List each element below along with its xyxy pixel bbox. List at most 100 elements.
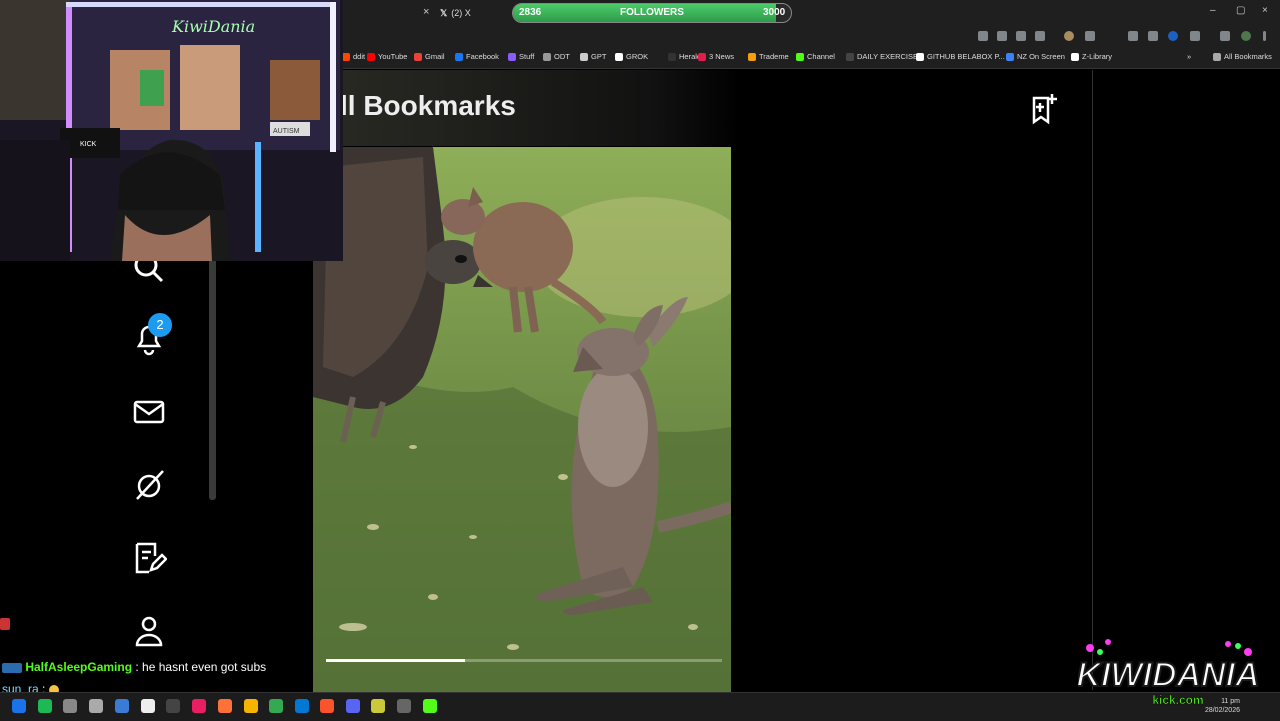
file-explorer-icon[interactable] — [115, 699, 129, 713]
bookmark-item[interactable]: Facebook — [455, 52, 499, 61]
menu-dots-icon[interactable] — [1263, 31, 1266, 41]
notification-count-badge: 2 — [148, 313, 172, 337]
extension-icon-2[interactable] — [1148, 31, 1158, 41]
chat-badge-icon — [2, 662, 22, 673]
bookmark-label: YouTube — [378, 52, 408, 61]
kick-icon[interactable] — [423, 699, 437, 713]
extensions-puzzle-icon[interactable] — [1128, 31, 1138, 41]
chat-line: HalfAsleepGaming : he hasnt even got sub… — [2, 660, 266, 674]
edge-icon[interactable] — [295, 699, 309, 713]
eye-off-icon[interactable] — [1016, 31, 1026, 41]
extension-icon[interactable] — [1064, 31, 1074, 41]
bookmark-favicon-icon — [1071, 52, 1079, 61]
app-icon[interactable] — [89, 699, 103, 713]
bookmark-label: 3 News — [709, 52, 735, 61]
app-icon[interactable] — [192, 699, 206, 713]
extensions-menu-icon[interactable] — [1190, 31, 1200, 41]
firefox-icon[interactable] — [218, 699, 232, 713]
folder-icon — [1213, 52, 1221, 61]
bookmark-favicon-icon — [543, 52, 551, 61]
svg-text:AUTISM: AUTISM — [273, 128, 300, 135]
bookmark-favicon-icon — [615, 52, 623, 61]
brave-icon[interactable] — [320, 699, 334, 713]
bookmark-label: GITHUB BELABOX P... — [927, 52, 1005, 61]
bookmark-video[interactable] — [313, 147, 731, 692]
bookmark-favicon-icon — [342, 52, 350, 61]
bookmark-item[interactable]: ODT — [543, 52, 570, 61]
video-progress-fill — [326, 659, 465, 662]
folder-icon[interactable] — [244, 699, 258, 713]
chrome-icon[interactable] — [269, 699, 283, 713]
close-window-button[interactable]: × — [1262, 5, 1268, 16]
side-panel-icon[interactable] — [1220, 31, 1230, 41]
bookmark-item[interactable]: Z-Library — [1071, 52, 1112, 61]
messages-envelope-icon[interactable] — [131, 394, 167, 430]
profile-person-icon[interactable] — [131, 613, 167, 649]
bookmark-label: DAILY EXERCISE! — [857, 52, 921, 61]
bookmark-folder-add-icon[interactable] — [1028, 90, 1064, 126]
page-title: ll Bookmarks — [340, 90, 516, 121]
bookmark-item[interactable]: 3 News — [698, 52, 734, 61]
start-menu-icon[interactable] — [12, 699, 26, 713]
bookmark-item[interactable]: GROK — [615, 52, 648, 61]
bookmark-favicon-icon — [580, 52, 588, 61]
bookmark-item[interactable]: GITHUB BELABOX P... — [916, 52, 1005, 61]
minimize-button[interactable]: – — [1210, 5, 1216, 16]
bookmark-favicon-icon — [367, 52, 375, 61]
cast-icon[interactable] — [997, 31, 1007, 41]
bookmark-favicon-icon — [846, 52, 854, 61]
extension-icon-3[interactable] — [1168, 31, 1178, 41]
stream-logo-sub: kick.com — [1152, 693, 1203, 707]
bookmark-favicon-icon — [698, 52, 706, 61]
bookmark-item[interactable]: Stuff — [508, 52, 534, 61]
notepad-icon[interactable] — [141, 699, 155, 713]
discord-icon[interactable] — [346, 699, 360, 713]
chat-emote-icon — [0, 618, 10, 630]
tab-label: (2) X — [451, 8, 471, 18]
bookmark-favicon-icon — [1006, 52, 1014, 61]
bookmark-item[interactable]: YouTube — [367, 52, 407, 61]
bookmark-label: ddit — [353, 52, 366, 61]
followers-label: FOLLOWERS — [620, 7, 684, 18]
bookmark-label: Trademe — [759, 52, 789, 61]
bookmark-item[interactable]: DAILY EXERCISE! — [846, 52, 920, 61]
chat-username: HalfAsleepGaming — [25, 660, 133, 674]
grok-icon[interactable] — [131, 467, 167, 503]
bookmark-label: ODT — [554, 52, 570, 61]
profile-avatar[interactable] — [1241, 31, 1251, 41]
all-bookmarks-button[interactable]: All Bookmarks — [1213, 52, 1272, 61]
bookmark-item[interactable]: Trademe — [748, 52, 789, 61]
bookmark-label: Facebook — [466, 52, 499, 61]
bookmark-item[interactable]: NZ On Screen — [1006, 52, 1065, 61]
bookmark-favicon-icon — [508, 52, 516, 61]
bookmark-favicon-icon — [796, 52, 804, 61]
bookmark-item[interactable]: ddit — [342, 52, 365, 61]
bookmark-label: GROK — [626, 52, 649, 61]
sidebar-scrollbar[interactable] — [209, 250, 216, 500]
bookmark-item[interactable]: Herald — [668, 52, 701, 61]
spotify-icon[interactable] — [38, 699, 52, 713]
bookmark-item[interactable]: Channel — [796, 52, 835, 61]
app-icon[interactable] — [371, 699, 385, 713]
app-icon[interactable] — [63, 699, 77, 713]
tab-x[interactable]: 𝕏 (2) X — [440, 3, 510, 23]
app-icon[interactable] — [166, 699, 180, 713]
bookmark-item[interactable]: Gmail — [414, 52, 445, 61]
maximize-button[interactable]: ▢ — [1236, 5, 1245, 16]
bookmark-label: NZ On Screen — [1017, 52, 1065, 61]
webcam-image: KiwiDania KICK AUTISM — [0, 0, 343, 261]
bookmark-item[interactable]: GPT — [580, 52, 606, 61]
star-icon[interactable] — [1035, 31, 1045, 41]
bookmarks-overflow-button[interactable]: » — [1187, 52, 1191, 61]
all-bookmarks-label: All Bookmarks — [1224, 52, 1272, 61]
zoom-icon[interactable] — [978, 31, 988, 41]
video-frame-image — [313, 147, 731, 692]
bookmark-label: Channel — [807, 52, 835, 61]
followers-goal: 3000 — [763, 7, 786, 18]
search-extension-icon[interactable] — [1085, 31, 1095, 41]
lists-icon[interactable] — [131, 540, 168, 576]
bookmark-favicon-icon — [748, 52, 756, 61]
bookmark-favicon-icon — [916, 52, 924, 61]
terminal-icon[interactable] — [397, 699, 411, 713]
tab-close-button[interactable]: × — [423, 6, 429, 18]
